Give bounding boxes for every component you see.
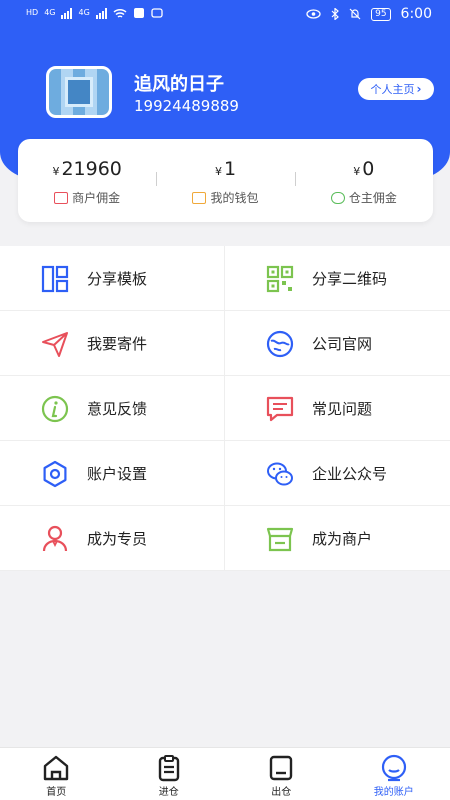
home-icon: [44, 755, 69, 781]
template-icon: [41, 265, 69, 293]
bottom-tab-bar: 首页 进仓 出仓 我的账户: [0, 747, 450, 800]
personal-homepage-label: 个人主页: [370, 83, 415, 96]
store-icon: [266, 527, 294, 552]
menu-label: 分享二维码: [312, 269, 388, 288]
info-icon: [41, 395, 69, 423]
battery-indicator: 95: [371, 7, 391, 21]
stat-my-wallet[interactable]: ¥1 我的钱包: [156, 139, 294, 222]
menu-label: 成为专员: [87, 529, 148, 548]
stat-warehouse-commission[interactable]: ¥0 仓主佣金: [294, 139, 433, 222]
menu-label: 企业公众号: [312, 464, 388, 483]
menu-item-official-account[interactable]: 企业公众号: [225, 441, 450, 506]
menu-item-become-specialist[interactable]: 成为专员: [0, 506, 225, 571]
function-menu: 分享模板 分享二维码 我要寄件 公司官网 意见反馈 常见问题 账户设置 企业公众…: [0, 246, 450, 571]
balance-card: ¥21960 商户佣金 ¥1 我的钱包 ¥0 仓主佣金: [18, 139, 433, 222]
username: 追风的日子: [134, 74, 224, 95]
wechat-icon: [267, 462, 293, 486]
avatar[interactable]: [46, 66, 112, 118]
tab-label: 进仓: [158, 787, 179, 798]
stat-label: 仓主佣金: [330, 189, 397, 206]
menu-label: 账户设置: [87, 464, 148, 483]
mute-icon: [349, 8, 361, 20]
stat-amount: ¥0: [353, 158, 375, 180]
menu-label: 公司官网: [312, 334, 373, 353]
menu-item-send-parcel[interactable]: 我要寄件: [0, 311, 225, 376]
photo-notification-icon: [151, 8, 163, 18]
status-bar: HD 4G 4G 95 6:00: [0, 0, 450, 30]
menu-item-become-merchant[interactable]: 成为商户: [225, 506, 450, 571]
tab-home[interactable]: 首页: [0, 748, 113, 800]
globe-icon: [266, 330, 294, 358]
menu-item-company-website[interactable]: 公司官网: [225, 311, 450, 376]
message-icon: [266, 396, 294, 422]
send-icon: [42, 332, 68, 357]
bluetooth-icon: [331, 8, 339, 20]
avatar-qr-pattern: [65, 77, 93, 107]
money-bag-icon: [330, 191, 345, 204]
menu-item-share-template[interactable]: 分享模板: [0, 246, 225, 311]
qrcode-icon: [266, 265, 294, 293]
tab-label: 出仓: [271, 787, 292, 798]
user-icon: [42, 525, 68, 552]
merchant-icon: [54, 191, 69, 204]
menu-label: 成为商户: [312, 529, 373, 548]
tab-outbound[interactable]: 出仓: [225, 748, 338, 800]
stat-amount: ¥1: [214, 158, 237, 180]
clipboard-icon: [158, 755, 179, 782]
network-4g-indicator: 4G: [44, 8, 56, 17]
tab-label: 我的账户: [373, 787, 414, 798]
clock: 6:00: [400, 6, 432, 22]
chevron-right-icon: ›: [416, 82, 422, 96]
menu-label: 常见问题: [312, 399, 373, 418]
tab-my-account[interactable]: 我的账户: [338, 748, 450, 800]
network-4g-indicator-2: 4G: [78, 8, 90, 17]
signal-icon: [61, 7, 73, 19]
wallet-icon: [192, 191, 207, 204]
account-icon: [381, 754, 406, 782]
menu-label: 意见反馈: [87, 399, 148, 418]
settings-icon: [43, 460, 67, 488]
menu-label: 我要寄件: [87, 334, 148, 353]
stat-label: 商户佣金: [54, 189, 120, 206]
menu-label: 分享模板: [87, 269, 148, 288]
menu-item-faq[interactable]: 常见问题: [225, 376, 450, 441]
signal-icon-2: [95, 7, 107, 19]
tab-inbound[interactable]: 进仓: [113, 748, 226, 800]
stat-amount: ¥21960: [52, 158, 122, 180]
app-notification-icon: [133, 8, 144, 18]
wifi-icon: [113, 8, 127, 18]
phone-number: 19924489889: [134, 97, 239, 115]
menu-item-share-qrcode[interactable]: 分享二维码: [225, 246, 450, 311]
menu-item-feedback[interactable]: 意见反馈: [0, 376, 225, 441]
hd-indicator: HD: [26, 8, 39, 17]
personal-homepage-button[interactable]: 个人主页 ›: [358, 78, 434, 100]
tab-label: 首页: [46, 787, 67, 798]
menu-item-account-settings[interactable]: 账户设置: [0, 441, 225, 506]
stat-merchant-commission[interactable]: ¥21960 商户佣金: [18, 139, 156, 222]
box-icon: [270, 755, 293, 781]
stat-label: 我的钱包: [192, 189, 259, 206]
eye-icon: [306, 9, 321, 19]
